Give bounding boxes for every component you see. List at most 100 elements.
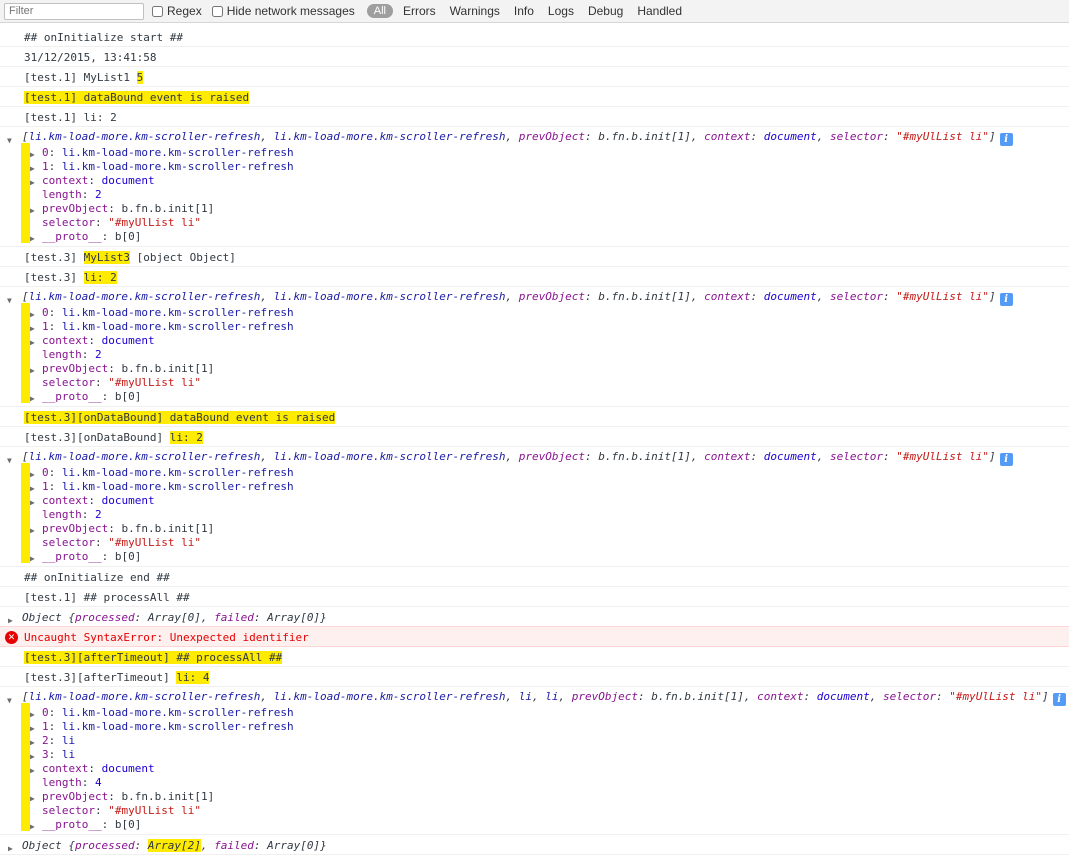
message-text: 31/12/2015, 13:41:58 (24, 51, 157, 64)
highlighted-text: li: 4 (176, 671, 210, 684)
message-text: , (690, 290, 705, 303)
object-state-info-icon[interactable]: i (1052, 693, 1066, 706)
expand-triangle-icon[interactable]: ▶ (8, 841, 13, 854)
message-text: __proto__ (42, 550, 102, 563)
object-property-row: selector: "#myUlList li" (0, 804, 1069, 818)
message-text: , (816, 450, 831, 463)
message-text: li.km-load-more.km-scroller-refresh (61, 720, 294, 733)
message-text: , (558, 690, 572, 703)
filter-debug-button[interactable]: Debug (588, 4, 623, 18)
message-text: 0 (42, 466, 49, 479)
object-preview-text: [li.km-load-more.km-scroller-refresh, li… (22, 130, 996, 143)
message-text: : (48, 160, 62, 173)
filter-errors-button[interactable]: Errors (403, 4, 436, 18)
message-text: : (88, 762, 102, 775)
message-text: selector (830, 130, 883, 143)
message-text: , (505, 450, 519, 463)
regex-checkbox-label[interactable]: Regex (152, 4, 202, 18)
message-text: context (704, 130, 751, 143)
object-preview-row: ▼ [li.km-load-more.km-scroller-refresh, l… (0, 449, 1069, 466)
filter-logs-button[interactable]: Logs (548, 4, 574, 18)
message-text: 4 (95, 776, 102, 789)
message-text: : (108, 202, 122, 215)
expand-triangle-icon[interactable]: ▶ (30, 552, 35, 566)
message-text: 2 (95, 188, 102, 201)
message-text: , (505, 130, 519, 143)
filter-warnings-button[interactable]: Warnings (450, 4, 500, 18)
message-text: : (48, 146, 62, 159)
expand-triangle-icon[interactable]: ▶ (30, 232, 35, 246)
object-state-info-icon[interactable]: i (999, 453, 1013, 466)
message-text: context (42, 334, 89, 347)
message-text: ] (988, 130, 996, 143)
regex-checkbox[interactable] (152, 5, 163, 17)
message-text: prevObject (42, 522, 109, 535)
message-text: : (48, 720, 62, 733)
message-text: li.km-load-more.km-scroller-refresh (273, 690, 506, 703)
object-property-row: ▶ 2: li (0, 734, 1069, 748)
object-state-info-icon[interactable]: i (999, 133, 1013, 146)
message-text: , (690, 130, 705, 143)
message-text: selector (42, 376, 95, 389)
message-text: selector (42, 216, 95, 229)
message-text: : (48, 306, 62, 319)
message-text: [ (22, 450, 29, 463)
message-text: : (101, 550, 115, 563)
console-object-tree: ▼ [li.km-load-more.km-scroller-refresh, l… (0, 687, 1069, 835)
filter-handled-button[interactable]: Handled (637, 4, 682, 18)
message-text: Object { (22, 839, 75, 852)
expand-triangle-icon[interactable]: ▶ (8, 613, 13, 626)
message-text: : (750, 290, 764, 303)
message-text: "#myUlList li" (896, 290, 989, 303)
message-text: li.km-load-more.km-scroller-refresh (61, 466, 294, 479)
message-text: li.km-load-more.km-scroller-refresh (61, 320, 294, 333)
object-property-row: ▶ prevObject: b.fn.b.init[1] (0, 202, 1069, 216)
message-text: document (763, 450, 817, 463)
message-text: li.km-load-more.km-scroller-refresh (273, 130, 506, 143)
message-text: : (81, 188, 95, 201)
message-text: , (260, 130, 274, 143)
message-text: : (108, 522, 122, 535)
message-text: b[0] (114, 390, 142, 403)
highlighted-text: [test.1] dataBound event is raised (24, 91, 250, 104)
message-text: b.fn.b.init[1] (121, 522, 215, 535)
expand-triangle-icon[interactable]: ▶ (30, 392, 35, 406)
object-property-row: ▶ 1: li.km-load-more.km-scroller-refresh (0, 720, 1069, 734)
hide-network-checkbox-label[interactable]: Hide network messages (211, 4, 355, 18)
message-text: prevObject (518, 130, 585, 143)
message-text: 0 (42, 706, 49, 719)
message-text: , (260, 450, 274, 463)
message-text: context (704, 450, 751, 463)
message-text: context (42, 494, 89, 507)
filter-all-button[interactable]: All (366, 4, 393, 18)
highlighted-text: 5 (136, 71, 144, 84)
message-text: length (42, 348, 82, 361)
hide-network-checkbox[interactable] (211, 5, 223, 17)
object-preview-text: [li.km-load-more.km-scroller-refresh, li… (22, 690, 1049, 703)
message-text: 2 (95, 348, 102, 361)
message-text: : (48, 748, 62, 761)
console-message-row: [test.1] dataBound event is raised (0, 87, 1069, 107)
message-text: li.km-load-more.km-scroller-refresh (28, 690, 261, 703)
message-text: selector (42, 536, 95, 549)
message-text: li (518, 690, 532, 703)
message-text: : (584, 450, 599, 463)
filter-input[interactable] (4, 2, 144, 20)
object-property-row: ▶ __proto__: b[0] (0, 390, 1069, 404)
message-text: [test.1] MyList1 (24, 71, 137, 84)
message-text: : (94, 216, 109, 229)
object-property-row: ▶ 0: li.km-load-more.km-scroller-refresh (0, 146, 1069, 160)
message-text: 1 (42, 480, 49, 493)
message-text: , (260, 690, 274, 703)
object-property-row: ▶ __proto__: b[0] (0, 230, 1069, 244)
message-text: 1 (42, 320, 49, 333)
message-text: [test.1] li: 2 (24, 111, 117, 124)
object-state-info-icon[interactable]: i (999, 293, 1013, 306)
message-text: li.km-load-more.km-scroller-refresh (61, 306, 294, 319)
message-text: : (108, 790, 122, 803)
expand-triangle-icon[interactable]: ▶ (30, 820, 35, 834)
filter-info-button[interactable]: Info (514, 4, 534, 18)
message-text: [ (22, 130, 29, 143)
message-text: failed (214, 611, 254, 624)
message-text: : (48, 480, 62, 493)
